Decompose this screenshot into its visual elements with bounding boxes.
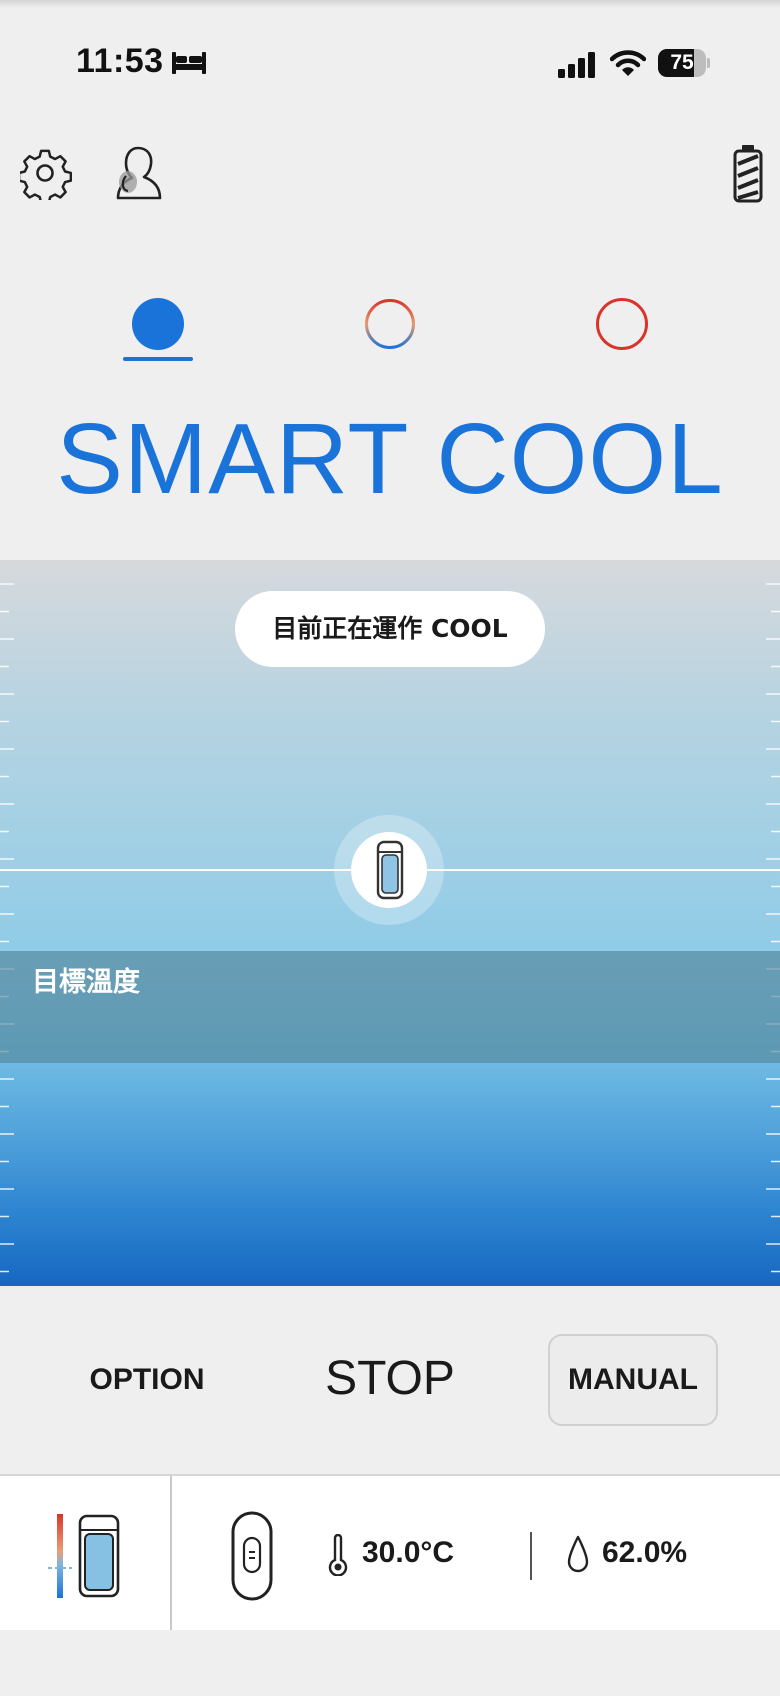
- device-icon[interactable]: [44, 1512, 124, 1600]
- scale-ticks-left: [0, 583, 14, 1273]
- profile-icon[interactable]: [114, 144, 164, 204]
- target-temperature-label: 目標溫度: [32, 967, 140, 998]
- device-status-panel: 30.0°C 62.0%: [0, 1474, 780, 1630]
- operation-status-badge: 目前正在運作 COOL: [235, 591, 545, 667]
- status-time: 11:53: [76, 42, 164, 80]
- battery-icon: 75: [658, 49, 710, 77]
- scale-ticks-right: [766, 583, 780, 1273]
- stop-button[interactable]: STOP: [300, 1346, 480, 1412]
- sensor-icon[interactable]: [230, 1510, 274, 1602]
- battery-level: 75: [670, 51, 694, 74]
- mode-smart-button[interactable]: [364, 298, 416, 350]
- status-bar: 11:53 75: [0, 40, 780, 90]
- top-edge-shadow: [0, 0, 780, 8]
- wifi-icon: [610, 50, 646, 76]
- value-divider: [530, 1532, 532, 1580]
- device-battery-icon[interactable]: [732, 144, 764, 204]
- humidity-value: 62.0%: [602, 1536, 688, 1569]
- droplet-icon: [567, 1535, 589, 1573]
- gear-icon[interactable]: [20, 148, 72, 200]
- temperature-value: 30.0°C: [362, 1536, 455, 1569]
- thermometer-icon: [328, 1534, 348, 1576]
- mode-heat-button[interactable]: [596, 298, 648, 350]
- manual-button[interactable]: MANUAL: [548, 1334, 718, 1426]
- mode-selected-indicator: [123, 357, 193, 361]
- device-icon: [376, 840, 404, 900]
- option-button[interactable]: OPTION: [62, 1352, 232, 1408]
- mode-cool-button[interactable]: [132, 298, 184, 350]
- temperature-slider[interactable]: 目前正在運作 COOL 目標溫度: [0, 560, 780, 1286]
- mode-title: SMART COOL: [56, 403, 724, 515]
- signal-icon: [558, 52, 595, 78]
- bed-icon: [172, 52, 206, 74]
- panel-divider: [170, 1476, 172, 1630]
